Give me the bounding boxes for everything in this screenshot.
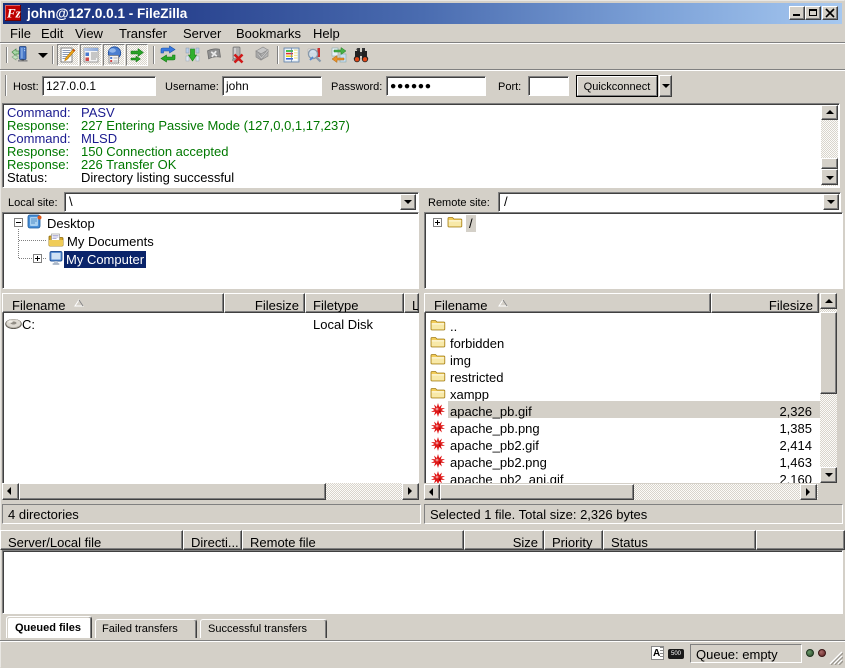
- svg-text:Fz: Fz: [6, 6, 21, 21]
